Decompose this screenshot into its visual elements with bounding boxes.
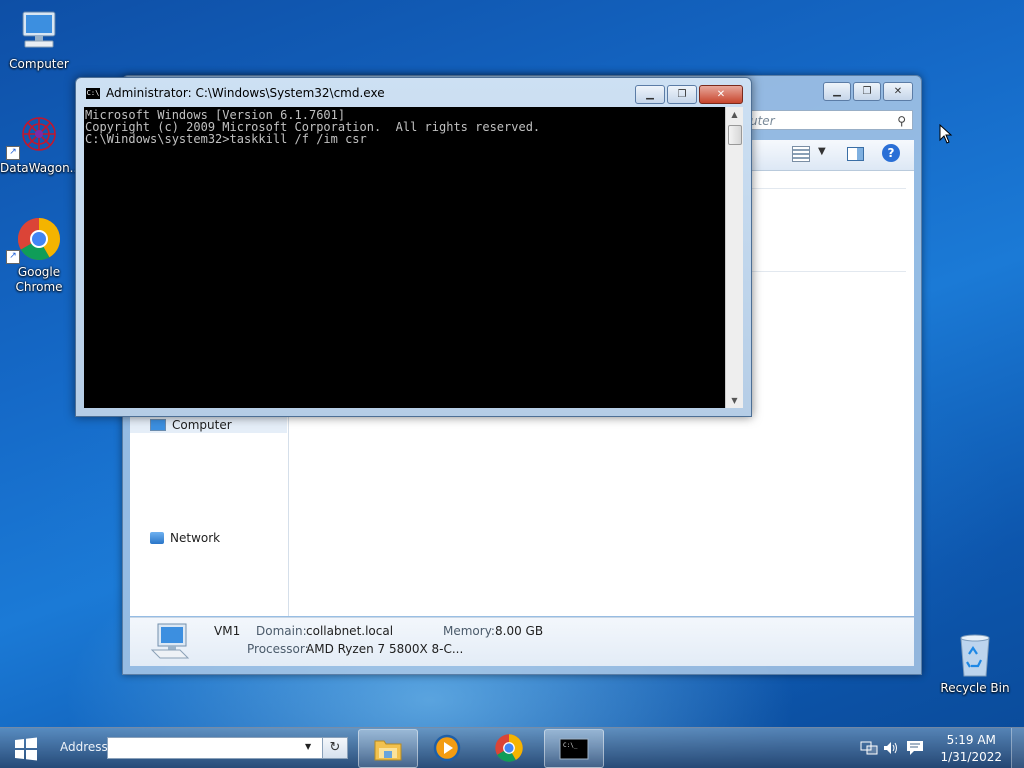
chrome-icon	[495, 733, 523, 762]
desktop-icon-datawagon[interactable]: ↗ DataWagon...	[0, 112, 82, 176]
cmd-icon: C:\_	[559, 738, 589, 759]
refresh-button[interactable]: ↻	[322, 737, 348, 759]
vertical-scrollbar[interactable]: ▲ ▼	[725, 107, 743, 408]
taskbar-item-media-player[interactable]	[418, 729, 476, 766]
taskbar-item-chrome[interactable]	[480, 729, 538, 766]
scroll-thumb[interactable]	[728, 125, 742, 145]
processor-label: Processor:	[247, 642, 309, 656]
system-tray: 5:19 AM 1/31/2022	[852, 728, 1024, 768]
search-placeholder: uter	[750, 114, 775, 128]
clock-date: 1/31/2022	[940, 750, 1002, 764]
shortcut-arrow-icon: ↗	[6, 250, 20, 264]
media-player-icon	[433, 734, 461, 761]
divider	[748, 271, 906, 272]
taskbar: Address ▼ ↻ C:\_ 5:19 AM 1/31/2022	[0, 727, 1024, 768]
search-input[interactable]: uter ⚲	[743, 110, 913, 130]
console-line: C:\Windows\system32>taskkill /f /im csr	[85, 132, 367, 146]
mouse-cursor-icon	[939, 124, 953, 144]
chevron-down-icon[interactable]: ▼	[305, 742, 311, 751]
window-title: Administrator: C:\Windows\System32\cmd.e…	[106, 86, 385, 100]
cmd-titlebar[interactable]: C:\ Administrator: C:\Windows\System32\c…	[86, 86, 385, 100]
network-icon[interactable]	[860, 740, 878, 756]
nav-item-computer[interactable]: Computer	[130, 417, 287, 433]
desktop-icon-label: DataWagon...	[0, 161, 82, 175]
computer-name: VM1	[214, 624, 241, 638]
details-pane: VM1 Domain: collabnet.local Memory: 8.00…	[130, 617, 914, 666]
windows-logo-icon	[15, 737, 37, 761]
desktop-icon-chrome[interactable]: ↗ Google Chrome	[0, 216, 78, 295]
domain-value: collabnet.local	[306, 624, 394, 638]
desktop-icon-recycle-bin[interactable]: Recycle Bin	[936, 630, 1014, 696]
start-button[interactable]	[8, 734, 44, 764]
desktop-icon-label: Computer	[9, 57, 69, 71]
scroll-down-arrow-icon[interactable]: ▼	[726, 396, 743, 405]
svg-text:C:\_: C:\_	[563, 742, 578, 749]
close-button[interactable]: ✕	[883, 82, 913, 101]
maximize-button[interactable]: ❐	[667, 85, 697, 104]
nav-label: Network	[170, 531, 221, 545]
minimize-button[interactable]: ▁	[635, 85, 665, 104]
close-button[interactable]: ✕	[699, 85, 743, 104]
computer-icon	[150, 419, 166, 431]
domain-label: Domain:	[256, 624, 307, 638]
minimize-button[interactable]: ▁	[823, 82, 851, 101]
view-options-icon[interactable]	[792, 146, 810, 162]
clock-time: 5:19 AM	[946, 733, 996, 747]
maximize-button[interactable]: ❐	[853, 82, 881, 101]
shortcut-arrow-icon: ↗	[6, 146, 20, 160]
desktop-icon-label: Recycle Bin	[940, 681, 1010, 695]
computer-icon	[22, 11, 56, 48]
recycle-bin-icon	[960, 634, 990, 677]
cmd-icon: C:\	[86, 87, 100, 99]
address-label: Address	[60, 740, 108, 754]
help-icon[interactable]: ?	[882, 144, 900, 162]
computer-icon	[150, 623, 190, 659]
address-input[interactable]	[107, 737, 323, 759]
chevron-down-icon[interactable]: ▼	[818, 146, 826, 157]
datawagon-icon	[22, 117, 56, 151]
volume-icon[interactable]	[882, 740, 900, 756]
action-center-icon[interactable]	[906, 740, 924, 756]
memory-label: Memory:	[443, 624, 495, 638]
search-icon: ⚲	[897, 114, 906, 128]
scroll-up-arrow-icon[interactable]: ▲	[726, 110, 743, 119]
clock[interactable]: 5:19 AM 1/31/2022	[940, 732, 1002, 766]
folder-icon	[374, 740, 402, 760]
preview-pane-icon[interactable]	[847, 147, 864, 161]
desktop-icon-computer[interactable]: Computer	[0, 8, 78, 72]
show-desktop-button[interactable]	[1011, 728, 1024, 768]
nav-label: Computer	[172, 418, 232, 432]
taskbar-item-cmd[interactable]: C:\_	[544, 729, 604, 768]
refresh-icon: ↻	[329, 740, 341, 755]
nav-item-network[interactable]: Network	[150, 531, 220, 545]
processor-value: AMD Ryzen 7 5800X 8-C...	[306, 642, 464, 656]
desktop-icon-label: Google Chrome	[15, 265, 63, 294]
console-output[interactable]: Microsoft Windows [Version 6.1.7601] Copy…	[84, 107, 725, 408]
explorer-caption-buttons: ▁ ❐ ✕	[823, 82, 913, 101]
divider	[748, 188, 906, 189]
network-icon	[150, 532, 164, 544]
cmd-window[interactable]: C:\ Administrator: C:\Windows\System32\c…	[75, 77, 752, 417]
chrome-icon	[17, 218, 61, 261]
cmd-caption-buttons: ▁ ❐ ✕	[635, 85, 743, 104]
taskbar-item-explorer[interactable]	[358, 729, 418, 768]
memory-value: 8.00 GB	[495, 624, 544, 638]
